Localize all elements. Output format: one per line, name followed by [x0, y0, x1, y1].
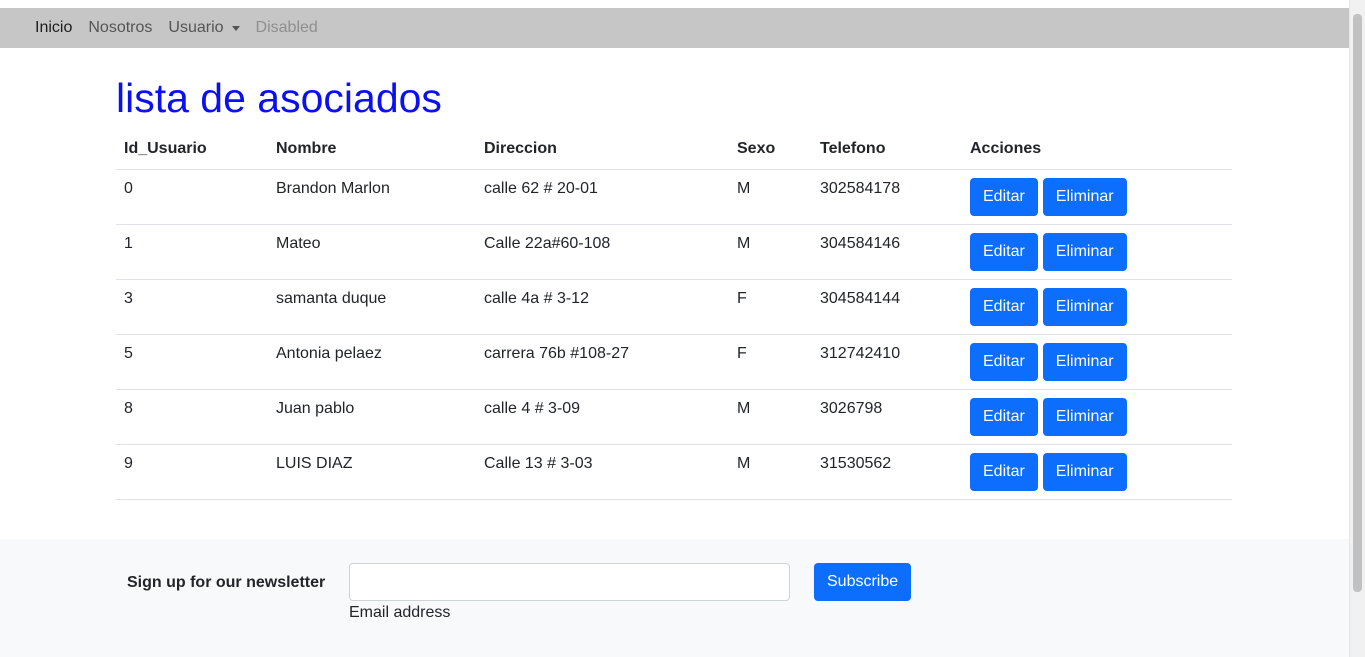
- cell-nombre: Mateo: [268, 224, 476, 280]
- delete-button[interactable]: Eliminar: [1042, 287, 1127, 326]
- edit-button[interactable]: Editar: [970, 342, 1038, 381]
- cell-direccion: Calle 13 # 3-03: [476, 444, 729, 500]
- cell-telefono: 3026798: [812, 389, 962, 445]
- delete-button[interactable]: Eliminar: [1042, 232, 1127, 271]
- edit-button[interactable]: Editar: [970, 177, 1038, 216]
- delete-button[interactable]: Eliminar: [1042, 177, 1127, 216]
- delete-button[interactable]: Eliminar: [1042, 342, 1127, 381]
- cell-id: 0: [116, 169, 268, 225]
- cell-nombre: LUIS DIAZ: [268, 444, 476, 500]
- cell-sexo: M: [729, 169, 812, 225]
- email-input[interactable]: [349, 563, 790, 601]
- cell-telefono: 302584178: [812, 169, 962, 225]
- vertical-scrollbar[interactable]: [1349, 0, 1365, 657]
- cell-nombre: Antonia pelaez: [268, 334, 476, 390]
- cell-actions: Editar Eliminar: [962, 279, 1232, 335]
- column-header-acciones: Acciones: [962, 130, 1232, 170]
- table-row: 8 Juan pablo calle 4 # 3-09 M 3026798 Ed…: [116, 389, 1232, 445]
- cell-actions: Editar Eliminar: [962, 224, 1232, 280]
- cell-sexo: M: [729, 444, 812, 500]
- nav-link-inicio[interactable]: Inicio: [27, 19, 80, 37]
- cell-telefono: 312742410: [812, 334, 962, 390]
- associates-table: Id_Usuario Nombre Direccion Sexo Telefon…: [116, 130, 1232, 500]
- cell-sexo: M: [729, 224, 812, 280]
- column-header-nombre: Nombre: [268, 130, 476, 170]
- delete-button[interactable]: Eliminar: [1042, 397, 1127, 436]
- cell-nombre: Juan pablo: [268, 389, 476, 445]
- cell-telefono: 304584144: [812, 279, 962, 335]
- scrollbar-thumb[interactable]: [1353, 14, 1362, 592]
- column-header-telefono: Telefono: [812, 130, 962, 170]
- cell-direccion: Calle 22a#60-108: [476, 224, 729, 280]
- table-header-row: Id_Usuario Nombre Direccion Sexo Telefon…: [116, 130, 1232, 170]
- top-strip: [0, 0, 1349, 8]
- table-row: 0 Brandon Marlon calle 62 # 20-01 M 3025…: [116, 169, 1232, 225]
- column-header-id: Id_Usuario: [116, 130, 268, 170]
- cell-id: 5: [116, 334, 268, 390]
- subscribe-button[interactable]: Subscribe: [814, 563, 912, 601]
- edit-button[interactable]: Editar: [970, 397, 1038, 436]
- column-header-direccion: Direccion: [476, 130, 729, 170]
- cell-id: 9: [116, 444, 268, 500]
- cell-sexo: M: [729, 389, 812, 445]
- cell-actions: Editar Eliminar: [962, 389, 1232, 445]
- table-row: 9 LUIS DIAZ Calle 13 # 3-03 M 31530562 E…: [116, 444, 1232, 500]
- cell-id: 1: [116, 224, 268, 280]
- cell-direccion: calle 4a # 3-12: [476, 279, 729, 335]
- nav-link-disabled: Disabled: [255, 19, 318, 36]
- email-help-text: Email address: [349, 604, 451, 621]
- caret-down-icon: [231, 25, 240, 31]
- cell-actions: Editar Eliminar: [962, 169, 1232, 225]
- cell-id: 3: [116, 279, 268, 335]
- nav-dropdown-usuario[interactable]: Usuario: [160, 19, 247, 37]
- cell-telefono: 31530562: [812, 444, 962, 500]
- delete-button[interactable]: Eliminar: [1042, 452, 1127, 491]
- table-row: 5 Antonia pelaez carrera 76b #108-27 F 3…: [116, 334, 1232, 390]
- cell-telefono: 304584146: [812, 224, 962, 280]
- cell-sexo: F: [729, 279, 812, 335]
- table-row: 1 Mateo Calle 22a#60-108 M 304584146 Edi…: [116, 224, 1232, 280]
- page-title: lista de asociados: [116, 75, 442, 121]
- edit-button[interactable]: Editar: [970, 452, 1038, 491]
- cell-sexo: F: [729, 334, 812, 390]
- nav-dropdown-label: Usuario: [168, 19, 224, 36]
- cell-id: 8: [116, 389, 268, 445]
- cell-nombre: Brandon Marlon: [268, 169, 476, 225]
- cell-direccion: calle 4 # 3-09: [476, 389, 729, 445]
- navbar: Inicio Nosotros Usuario Disabled: [0, 8, 1349, 48]
- cell-nombre: samanta duque: [268, 279, 476, 335]
- edit-button[interactable]: Editar: [970, 287, 1038, 326]
- nav-link-nosotros[interactable]: Nosotros: [80, 19, 160, 37]
- table-row: 3 samanta duque calle 4a # 3-12 F 304584…: [116, 279, 1232, 335]
- cell-direccion: carrera 76b #108-27: [476, 334, 729, 390]
- cell-direccion: calle 62 # 20-01: [476, 169, 729, 225]
- cell-actions: Editar Eliminar: [962, 334, 1232, 390]
- column-header-sexo: Sexo: [729, 130, 812, 170]
- newsletter-label: Sign up for our newsletter: [127, 574, 326, 591]
- newsletter-footer: Sign up for our newsletter Email address…: [0, 539, 1349, 657]
- edit-button[interactable]: Editar: [970, 232, 1038, 271]
- cell-actions: Editar Eliminar: [962, 444, 1232, 500]
